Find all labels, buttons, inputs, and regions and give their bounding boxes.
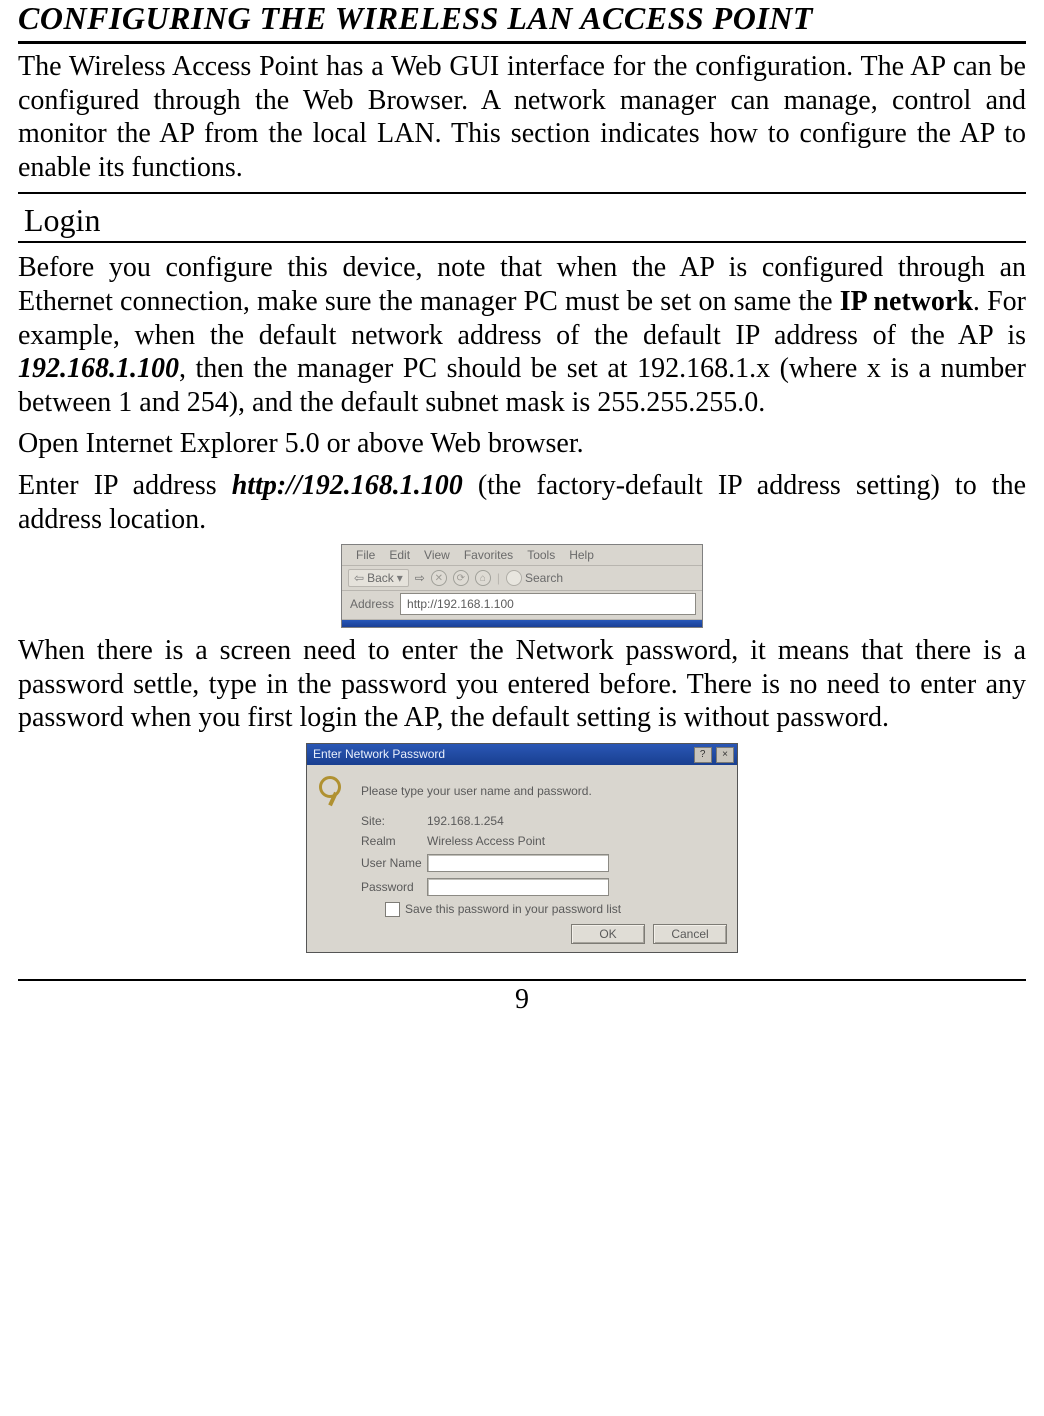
ie-menu-edit[interactable]: Edit <box>389 548 410 562</box>
dialog-title: Enter Network Password <box>313 747 445 761</box>
address-input[interactable]: http://192.168.1.100 <box>400 593 696 615</box>
stop-icon[interactable]: ✕ <box>431 570 447 586</box>
site-value: 192.168.1.254 <box>427 814 504 828</box>
ie-accent-bar <box>342 620 702 627</box>
ie-menu-favorites[interactable]: Favorites <box>464 548 513 562</box>
forward-arrow-icon[interactable]: ⇨ <box>415 571 425 585</box>
address-label: Address <box>350 597 394 611</box>
dialog-titlebar: Enter Network Password ? × <box>307 744 737 765</box>
section-divider-top <box>18 192 1026 194</box>
ie-menu-view[interactable]: View <box>424 548 450 562</box>
close-icon[interactable]: × <box>716 747 734 763</box>
page-bottom-divider <box>18 979 1026 981</box>
password-label: Password <box>361 880 427 894</box>
refresh-icon[interactable]: ⟳ <box>453 570 469 586</box>
login-paragraph-1: Before you configure this device, note t… <box>18 251 1026 419</box>
cancel-button[interactable]: Cancel <box>653 924 727 944</box>
realm-label: Realm <box>361 834 427 848</box>
ok-button[interactable]: OK <box>571 924 645 944</box>
help-icon[interactable]: ? <box>694 747 712 763</box>
login-paragraph-4: When there is a screen need to enter the… <box>18 634 1026 735</box>
realm-value: Wireless Access Point <box>427 834 545 848</box>
username-input[interactable] <box>427 854 609 872</box>
title-divider <box>18 41 1026 44</box>
ie-menu-help[interactable]: Help <box>569 548 594 562</box>
home-icon[interactable]: ⌂ <box>475 570 491 586</box>
screenshot-ie-toolbar: File Edit View Favorites Tools Help ⇦ Ba… <box>341 544 703 628</box>
key-icon <box>317 774 351 808</box>
page-number: 9 <box>18 984 1026 1016</box>
save-password-checkbox[interactable] <box>385 902 400 917</box>
section-title-login: Login <box>24 202 1026 239</box>
search-icon <box>506 570 522 586</box>
login-paragraph-3: Enter IP address http://192.168.1.100 (t… <box>18 469 1026 536</box>
section-divider-bottom <box>18 241 1026 243</box>
screenshot-password-dialog: Enter Network Password ? × Please type y… <box>306 743 738 953</box>
back-arrow-icon: ⇦ <box>354 571 364 585</box>
password-input[interactable] <box>427 878 609 896</box>
dropdown-arrow-icon: ▾ <box>397 571 403 585</box>
site-label: Site: <box>361 814 427 828</box>
back-button[interactable]: ⇦ Back ▾ <box>348 569 409 587</box>
save-password-label: Save this password in your password list <box>405 902 621 916</box>
login-paragraph-2: Open Internet Explorer 5.0 or above Web … <box>18 427 1026 461</box>
ie-menu-file[interactable]: File <box>356 548 375 562</box>
intro-paragraph: The Wireless Access Point has a Web GUI … <box>18 50 1026 184</box>
page-title: CONFIGURING THE WIRELESS LAN ACCESS POIN… <box>18 0 1026 37</box>
ie-toolbar: ⇦ Back ▾ ⇨ ✕ ⟳ ⌂ | Search <box>342 566 702 591</box>
ie-menu-tools[interactable]: Tools <box>527 548 555 562</box>
username-label: User Name <box>361 856 427 870</box>
dialog-instruction: Please type your user name and password. <box>361 784 592 798</box>
ie-menu-bar: File Edit View Favorites Tools Help <box>342 545 702 566</box>
search-button[interactable]: Search <box>506 570 563 586</box>
